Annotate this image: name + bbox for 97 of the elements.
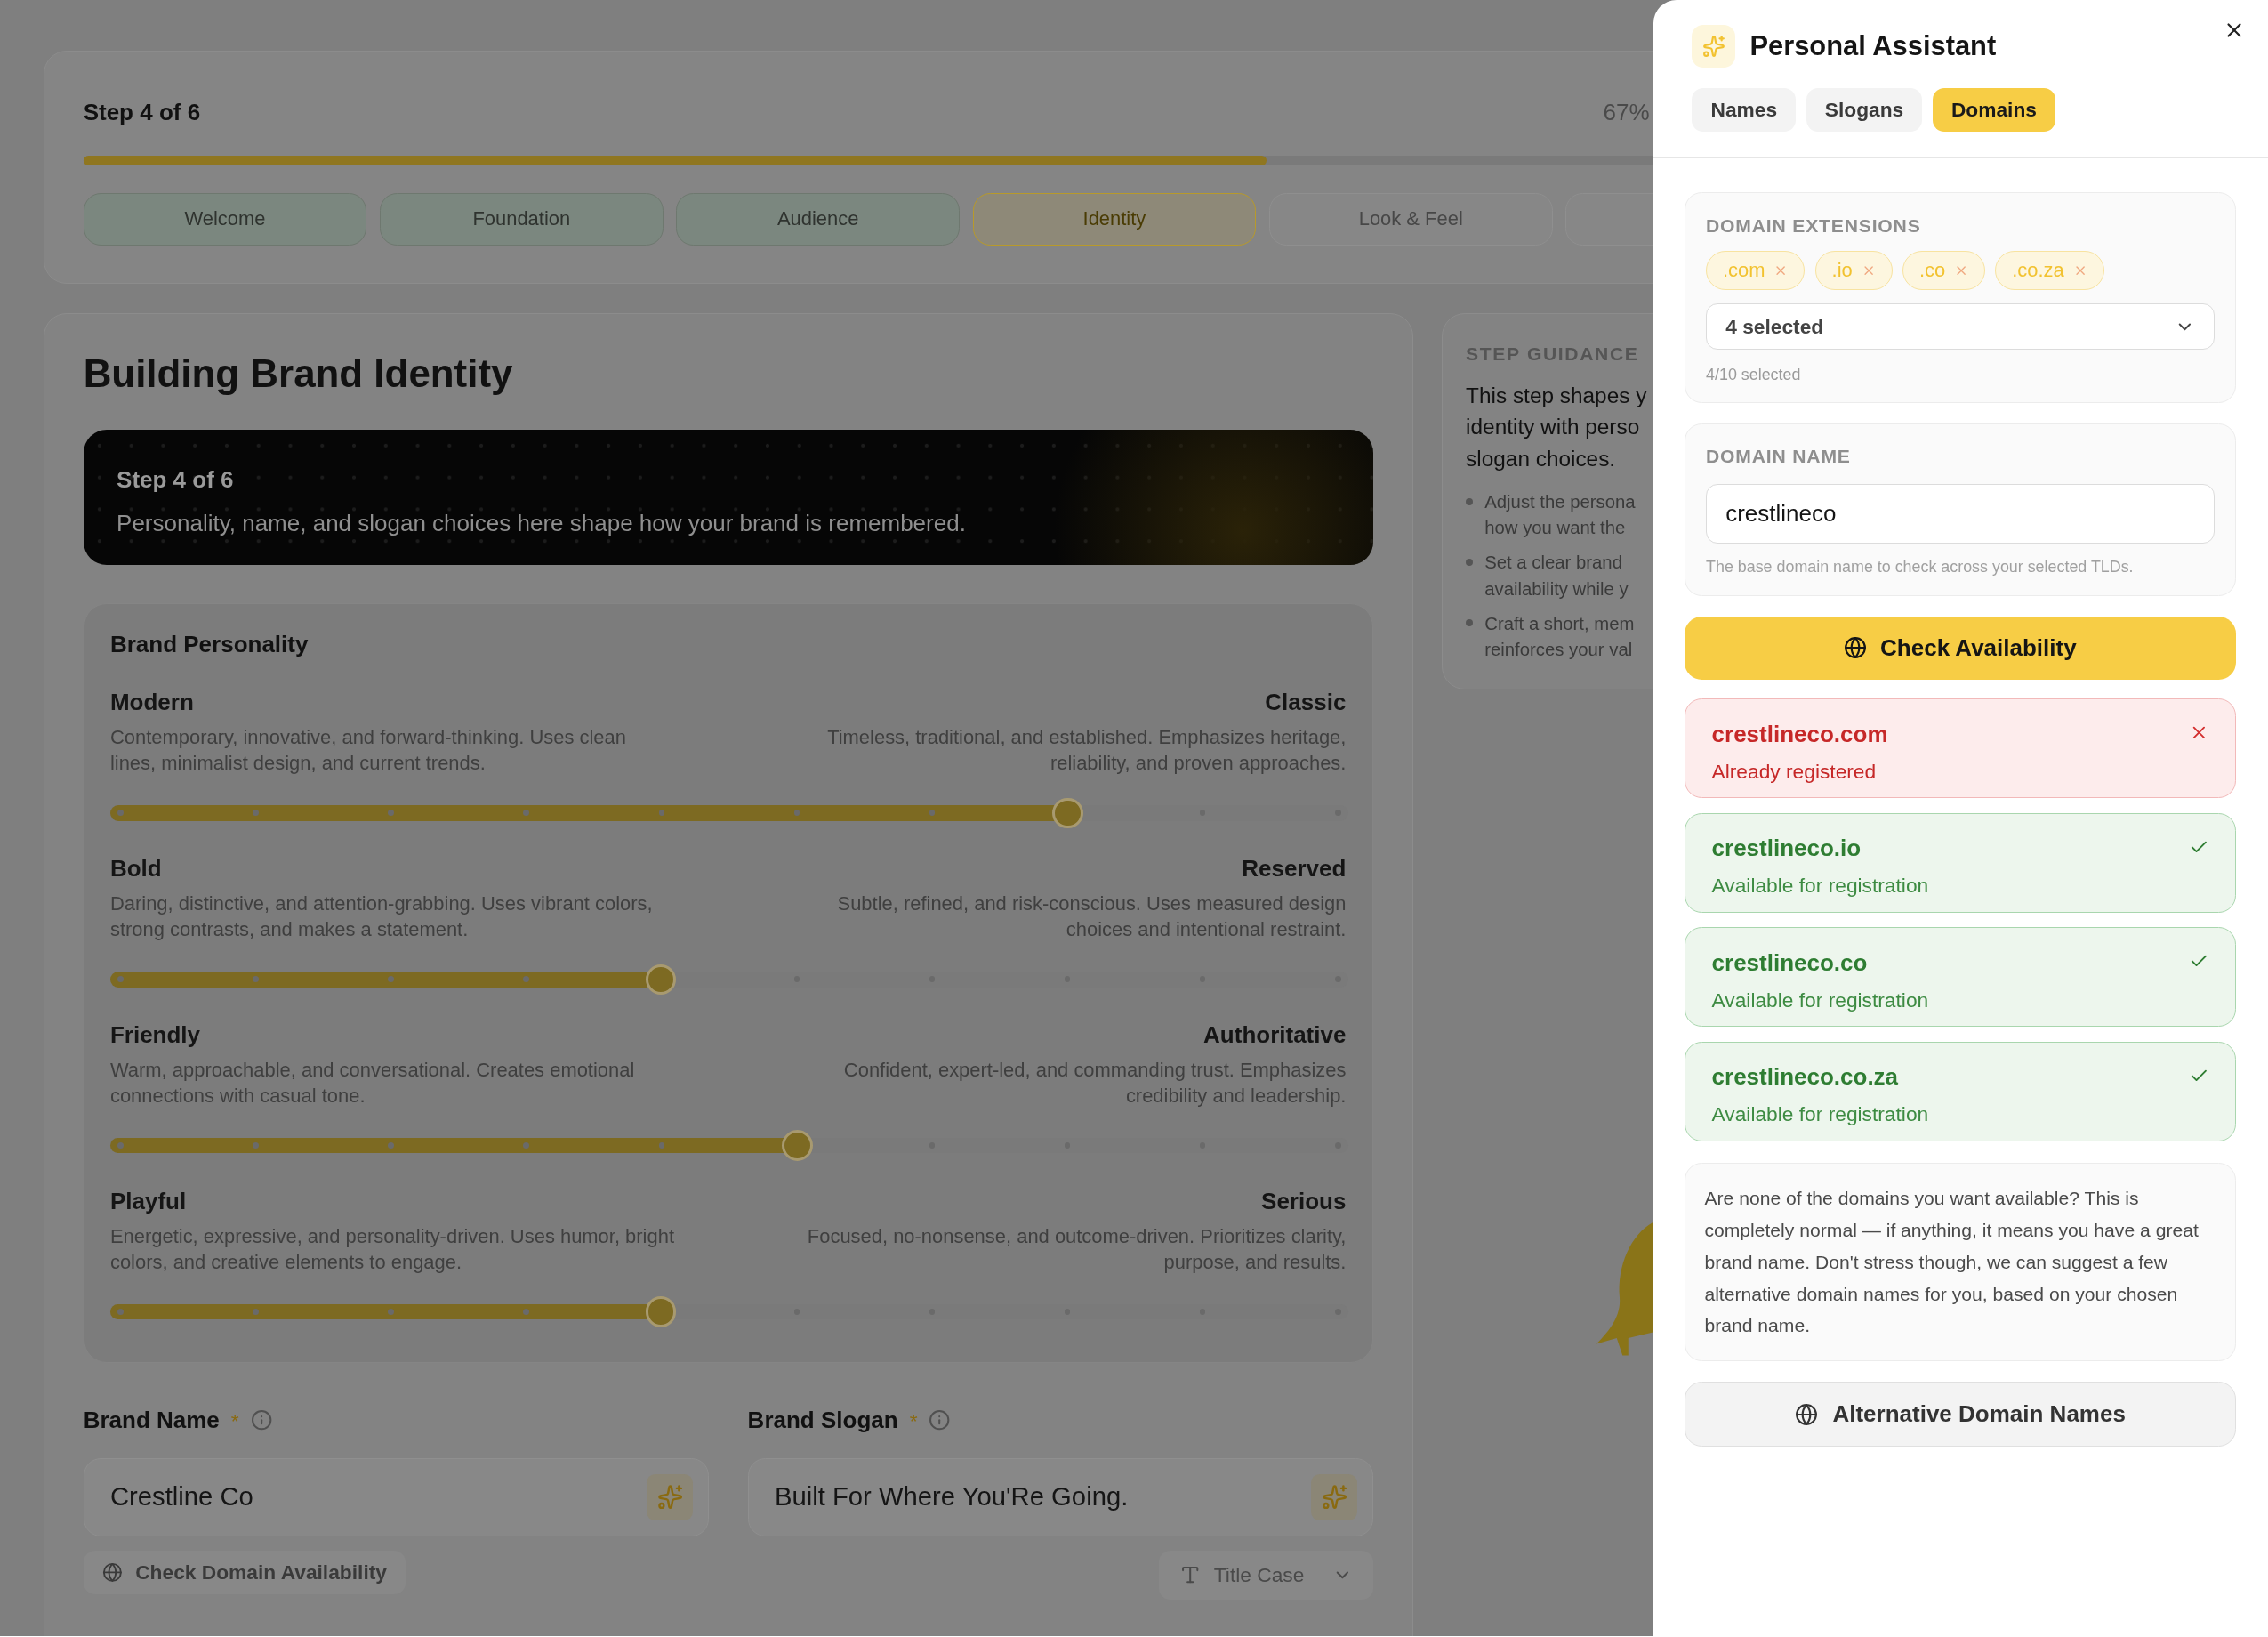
tick-mark — [117, 976, 124, 982]
trait-label: Authoritative — [1203, 1020, 1347, 1050]
tick-mark — [658, 810, 664, 816]
trait-label: Friendly — [109, 1020, 202, 1050]
tick-mark — [929, 810, 936, 816]
tick-mark — [253, 1309, 259, 1315]
globe-icon — [101, 1561, 123, 1583]
guidance-bullet: Adjust the persona how you want the — [1484, 491, 1636, 540]
domain-status: Already registered — [1711, 758, 1878, 785]
required-mark: * — [909, 1407, 918, 1434]
info-icon[interactable] — [929, 1409, 951, 1431]
sparkle-button[interactable] — [1311, 1473, 1358, 1520]
trait-description: Warm, approachable, and conversational. Creates emotional connections with casual tone. — [109, 1057, 636, 1109]
domain-name: crestlineco.io — [1711, 834, 1862, 864]
tick-mark — [523, 810, 529, 816]
page-title: Building Brand Identity — [83, 350, 514, 397]
trait-label: Reserved — [1242, 853, 1347, 883]
trait-description: Focused, no-nonsense, and outcome-driven. Prioritizes clarity, purpose, and results. — [806, 1223, 1347, 1275]
slider-thumb[interactable] — [782, 1130, 813, 1161]
step-tab[interactable]: Audience — [676, 193, 960, 246]
sparkle-icon — [656, 1484, 684, 1511]
extensions-select[interactable]: 4 selected — [1706, 302, 2216, 350]
step-tab[interactable]: Identity — [972, 193, 1257, 246]
domain-status: Available for registration — [1711, 1101, 1929, 1127]
domain-status: Available for registration — [1711, 987, 1929, 1013]
check-availability-button[interactable]: Check Availability — [1685, 616, 2236, 681]
tick-mark — [523, 1309, 529, 1315]
drawer-title: Personal Assistant — [1749, 28, 1997, 63]
section-label: DOMAIN EXTENSIONS — [1706, 214, 1922, 238]
check-domain-button[interactable]: Check Domain Availability — [83, 1550, 406, 1594]
tick-mark — [253, 976, 259, 982]
trait-description: Confident, expert-led, and commanding trust. Emphasizes credibility and leadership. — [842, 1057, 1347, 1109]
trait-description: Daring, distinctive, and attention-grabbing. Uses vibrant colors, strong contrasts, and makes a statement. — [109, 891, 654, 942]
slider-thumb[interactable] — [646, 964, 677, 995]
tick-mark — [253, 810, 259, 816]
sparkle-button[interactable] — [647, 1473, 694, 1520]
trait-label: Serious — [1261, 1186, 1347, 1216]
step-tab[interactable]: Look & Feel — [1268, 193, 1553, 246]
guidance-bullet: Craft a short, mem reinforces your val — [1484, 612, 1635, 661]
tick-mark — [388, 1142, 394, 1149]
trait-label: Modern — [109, 687, 195, 717]
trait-description: Subtle, refined, and risk-conscious. Uses measured design choices and intentional restraint. — [836, 891, 1347, 942]
guidance-text: This step shapes y identity with perso slogan choices. — [1466, 382, 1648, 473]
text-field[interactable]: Crestline Co — [83, 1457, 709, 1536]
assistant-tab[interactable]: Names — [1692, 88, 1797, 132]
tick-mark — [117, 810, 124, 816]
section-label: DOMAIN NAME — [1706, 444, 1852, 468]
trait-label: Classic — [1265, 687, 1347, 717]
tick-mark — [793, 810, 800, 816]
globe-icon — [1844, 636, 1868, 660]
tick-mark — [388, 976, 394, 982]
trait-label: Playful — [109, 1186, 188, 1216]
trait-description: Energetic, expressive, and personality-driven. Uses humor, bright colors, and creative elements to engage. — [109, 1223, 675, 1275]
domain-status: Available for registration — [1711, 873, 1929, 899]
alternative-domains-button[interactable]: Alternative Domain Names — [1685, 1381, 2236, 1447]
domain-input[interactable]: crestlineco — [1706, 484, 2216, 544]
tick-mark — [253, 1142, 259, 1149]
info-icon[interactable] — [250, 1409, 273, 1431]
extension-chip: .co.za — [1995, 251, 2104, 291]
slider-thumb[interactable] — [646, 1296, 677, 1327]
required-mark: * — [230, 1407, 239, 1434]
extension-chip: .com — [1706, 251, 1806, 291]
tick-mark — [523, 1142, 529, 1149]
banner-text: Personality, name, and slogan choices here shape how your brand is remembered. — [117, 508, 967, 538]
tick-mark — [523, 976, 529, 982]
tick-mark — [388, 810, 394, 816]
extension-chip: .co — [1902, 251, 1985, 291]
globe-icon — [1795, 1402, 1819, 1426]
sparkle-icon — [1321, 1484, 1348, 1511]
trait-description: Timeless, traditional, and established. Emphasizes heritage, reliability, and proven approaches. — [826, 724, 1347, 776]
step-counter: Step 4 of 6 — [83, 97, 201, 127]
guidance-bullet: Set a clear brand availability while y — [1484, 552, 1629, 601]
help-text: The base domain name to check across your selected TLDs. — [1706, 557, 2135, 578]
selection-count: 4/10 selected — [1706, 364, 1802, 385]
domain-name: crestlineco.co.za — [1711, 1062, 1900, 1093]
tick-mark — [388, 1309, 394, 1315]
note-text: Are none of the domains you want available? This is completely normal — if anything, it means you have a great brand name. Don't stress though, we can suggest a few alternative domain names for you, based on your chosen brand name. — [1704, 1187, 2200, 1338]
extension-chip: .io — [1814, 251, 1893, 291]
sparkle-icon — [1701, 35, 1725, 59]
assistant-tab[interactable]: Domains — [1932, 88, 2056, 132]
tick-mark — [117, 1309, 124, 1315]
step-tab[interactable]: Welcome — [83, 193, 367, 246]
text-field[interactable]: Built For Where You'Re Going. — [747, 1457, 1373, 1536]
field-label: Brand Slogan — [747, 1406, 898, 1436]
banner-eyebrow: Step 4 of 6 — [117, 465, 235, 495]
assistant-tab[interactable]: Slogans — [1806, 88, 1923, 132]
progress-percent: 67% — [1603, 97, 1650, 127]
tick-mark — [117, 1142, 124, 1149]
slider-thumb[interactable] — [1052, 797, 1083, 828]
trait-description: Contemporary, innovative, and forward-thinking. Uses clean lines, minimalist design, and current trends. — [109, 724, 627, 776]
field-label: Brand Name — [83, 1406, 220, 1436]
section-title: Brand Personality — [109, 629, 310, 659]
domain-name: crestlineco.co — [1711, 948, 1869, 978]
domain-name: crestlineco.com — [1711, 719, 1888, 749]
trait-label: Bold — [109, 853, 163, 883]
tick-mark — [658, 1142, 664, 1149]
step-tab[interactable]: Foundation — [379, 193, 664, 246]
